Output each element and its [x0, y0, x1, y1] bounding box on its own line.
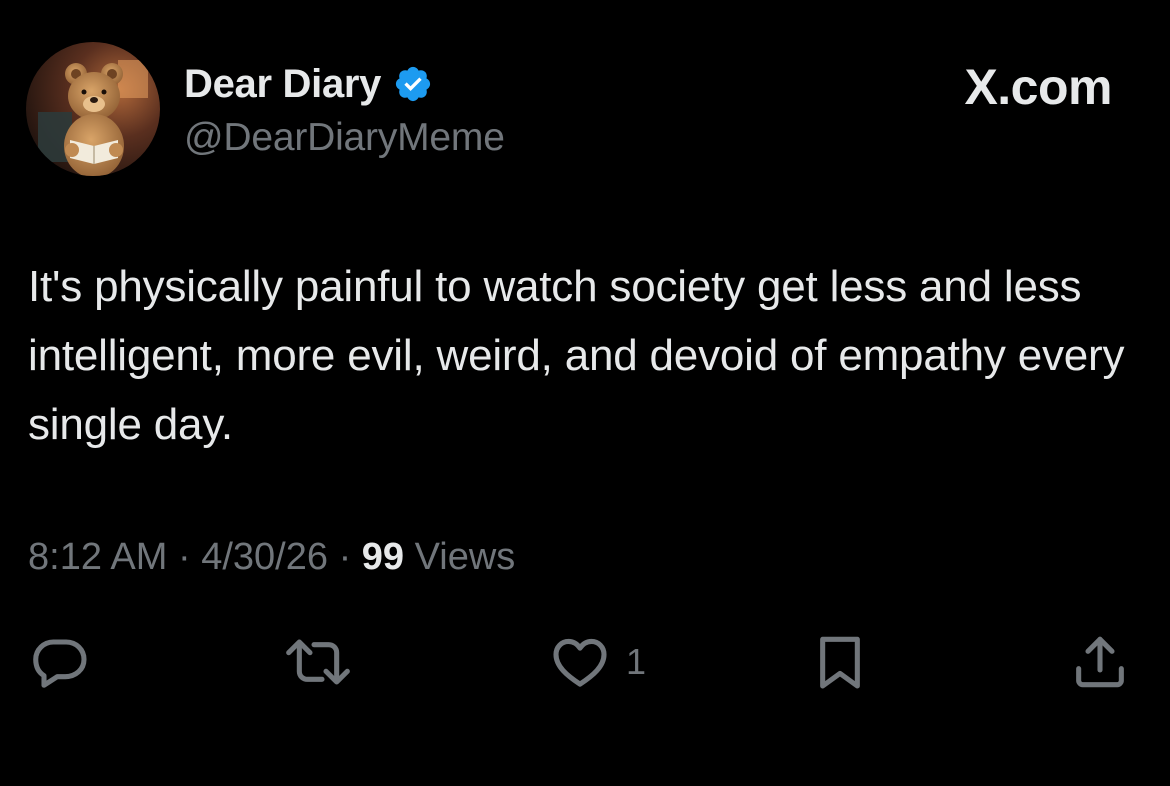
author-handle[interactable]: @DearDiaryMeme — [184, 116, 505, 160]
heart-icon — [553, 638, 607, 687]
author-name-row: Dear Diary — [184, 60, 433, 108]
bookmark-icon — [820, 636, 860, 689]
like-button[interactable]: 1 — [548, 630, 646, 694]
tweet-time[interactable]: 8:12 AM — [28, 536, 167, 578]
avatar[interactable] — [26, 42, 160, 176]
meta-separator: · — [177, 536, 202, 578]
retweet-button[interactable] — [282, 630, 354, 694]
views-label: Views — [414, 536, 516, 578]
tweet-date[interactable]: 4/30/26 — [201, 536, 328, 578]
like-count: 1 — [626, 641, 647, 682]
tweet-text: It's physically painful to watch society… — [28, 262, 1125, 449]
author-display-name[interactable]: Dear Diary — [184, 62, 381, 107]
reply-icon — [33, 639, 87, 688]
site-logo: X.com — [964, 59, 1112, 115]
reply-button[interactable] — [28, 630, 92, 694]
retweet-icon — [286, 639, 350, 685]
bookmark-button[interactable] — [808, 630, 872, 694]
verified-badge-icon — [393, 64, 433, 104]
meta-separator: · — [338, 536, 362, 578]
tweet-card: Dear Diary @DearDiaryMeme X.com It's phy… — [0, 0, 1170, 786]
teddy-bear-reading-avatar-icon — [26, 42, 160, 176]
share-button[interactable] — [1068, 630, 1132, 694]
tweet-meta: 8:12 AM · 4/30/26 · 99 Views — [28, 536, 515, 579]
views-count: 99 — [361, 536, 415, 578]
share-icon — [1076, 636, 1124, 688]
